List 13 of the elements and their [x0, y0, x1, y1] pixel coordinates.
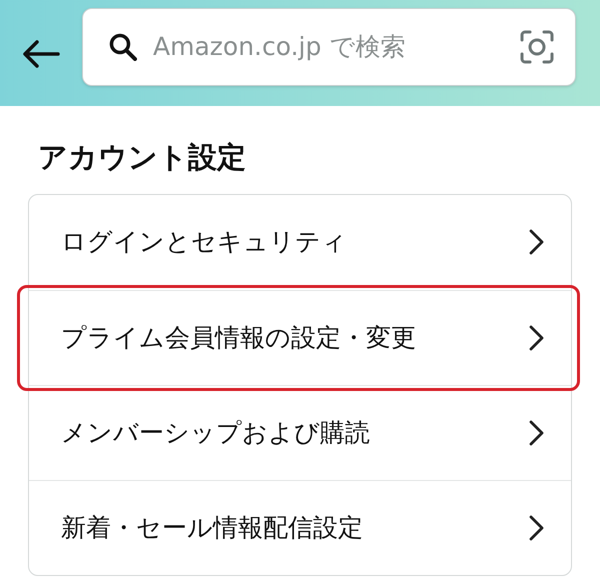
chevron-right-icon — [529, 420, 545, 446]
search-bar[interactable]: Amazon.co.jp で検索 — [82, 8, 576, 86]
settings-row[interactable]: プライム会員情報の設定・変更 — [29, 290, 571, 384]
camera-icon[interactable] — [519, 29, 555, 65]
chevron-right-icon — [529, 324, 545, 350]
chevron-right-icon — [529, 514, 545, 540]
settings-row[interactable]: ログインとセキュリティ — [29, 194, 571, 290]
section-title: アカウント設定 — [37, 139, 247, 176]
settings-row[interactable]: メンバーシップおよび購読 — [29, 384, 571, 480]
chevron-right-icon — [529, 229, 545, 255]
settings-row[interactable]: 新着・セール情報配信設定 — [29, 480, 571, 574]
search-icon — [109, 33, 137, 61]
back-arrow-icon[interactable] — [22, 40, 60, 68]
